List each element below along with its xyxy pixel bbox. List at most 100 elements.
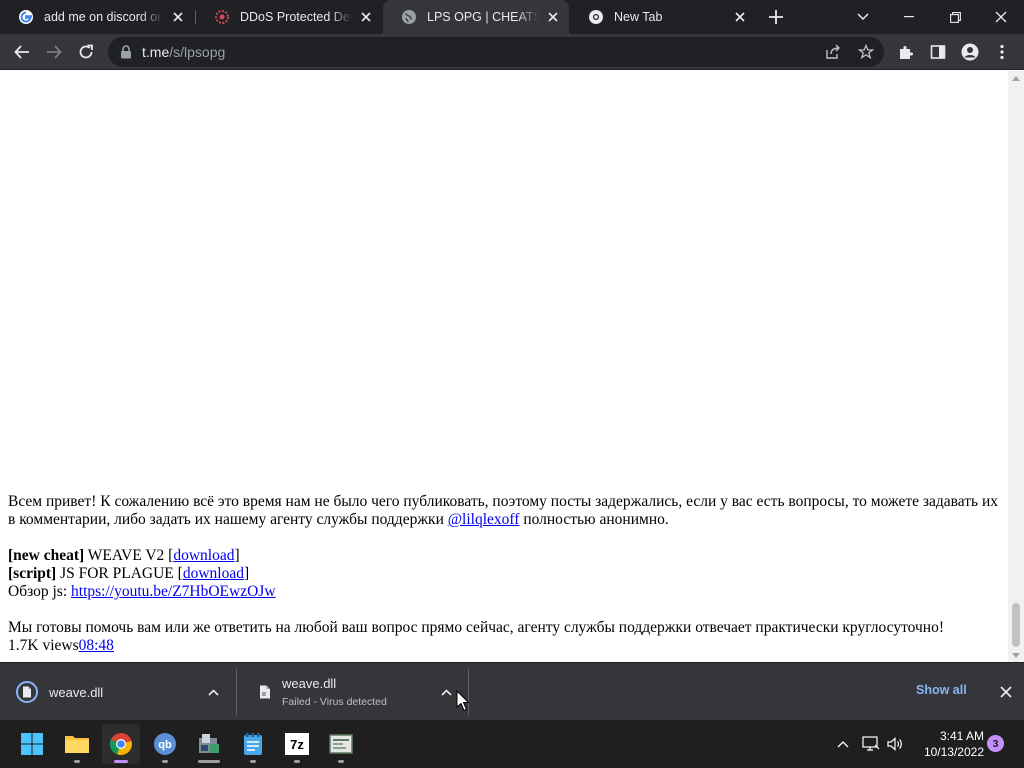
profile-button[interactable] [956,38,984,66]
taskbar-qbittorrent[interactable]: qb [146,724,184,764]
tab-new-tab[interactable]: New Tab [570,0,756,34]
svg-text:qb: qb [158,739,172,751]
download-filename: weave.dll [282,676,337,691]
restore-button[interactable] [932,0,978,34]
side-panel-icon [930,45,946,59]
network-button[interactable] [860,732,882,756]
show-hidden-icons-button[interactable] [832,732,854,756]
running-indicator [338,760,344,763]
tab-lps-opg[interactable]: LPS OPG | CHEATS – Te [383,0,569,34]
cheat-name: WEAVE V2 [ [87,547,174,564]
chevron-down-icon [857,13,869,21]
notification-badge[interactable]: 3 [987,735,1004,752]
star-icon [858,44,874,60]
support-handle-link[interactable]: @lilqlexoff [448,511,520,528]
youtube-link[interactable]: https://youtu.be/Z7HbOEwzOJw [71,583,276,600]
tab-discord[interactable]: add me on discord or i [0,0,194,34]
scroll-down-button[interactable] [1008,648,1024,662]
forward-button[interactable] [40,38,68,66]
triangle-down-icon [1012,652,1020,658]
tab-ddos[interactable]: DDoS Protected Dedica [196,0,382,34]
bracket: ] [243,565,250,582]
lock-icon [121,45,131,59]
reload-button[interactable] [72,38,100,66]
running-indicator [114,760,128,763]
kebab-menu-icon [1000,44,1004,60]
running-indicator [250,760,256,763]
share-button[interactable] [822,41,844,63]
chrome-icon [588,9,604,25]
show-all-button[interactable]: Show all [916,683,967,697]
app-icon [199,734,219,753]
arrow-left-icon [14,45,29,59]
side-panel-button[interactable] [924,38,952,66]
running-indicator [294,760,300,763]
menu-button[interactable] [988,38,1016,66]
url-path: /s/lpsopg [169,44,226,60]
chevron-up-icon [440,688,452,696]
mouse-cursor-icon [456,690,470,712]
download-separator [236,669,237,715]
plus-icon [769,10,783,24]
taskbar-app-window[interactable] [322,724,360,764]
script-name: JS FOR PLAGUE [ [60,565,183,582]
close-tab-icon[interactable] [732,9,748,25]
tag-new-cheat: [new cheat] [8,547,85,564]
extensions-button[interactable] [892,38,920,66]
download-filename: weave.dll [49,684,104,700]
minimize-button[interactable] [886,0,932,34]
close-window-button[interactable] [978,0,1024,34]
clock-date: 10/13/2022 [923,745,984,759]
back-button[interactable] [8,38,36,66]
close-tab-icon[interactable] [545,9,561,25]
svg-text:7z: 7z [290,737,304,752]
download-link-script[interactable]: download [183,565,244,582]
tab-title: DDoS Protected Dedica [240,10,352,24]
close-tab-icon[interactable] [358,9,374,25]
7zip-icon: 7z [285,733,309,755]
reload-icon [79,44,93,59]
tab-search-button[interactable] [840,0,886,34]
new-tab-button[interactable] [764,5,788,29]
post-closing: Мы готовы помочь вам или же ответить на … [8,619,945,636]
speaker-icon [887,737,902,751]
address-bar[interactable]: t.me/s/lpsopg [108,37,884,67]
file-icon [16,681,38,703]
close-icon [1000,686,1012,698]
scrollbar-thumb[interactable] [1012,603,1020,647]
volume-button[interactable] [884,732,906,756]
close-shelf-button[interactable] [994,680,1018,704]
ddos-site-icon [214,9,230,25]
google-icon [18,9,34,25]
globe-icon [401,9,417,25]
taskbar-file-explorer[interactable] [58,724,96,764]
download-options-button[interactable] [201,680,225,704]
intro-tail: полностью анонимно. [523,511,669,528]
app-window-icon [329,734,353,754]
bookmark-button[interactable] [855,41,877,63]
download-link-weave[interactable]: download [173,547,234,564]
taskbar-app[interactable] [190,724,228,764]
system-clock[interactable]: 3:41 AM 10/13/2022 [912,728,984,760]
scroll-up-button[interactable] [1008,71,1024,85]
tab-title: add me on discord or i [44,10,164,24]
post-line-review: Обзор js: https://youtu.be/Z7HbOEwzOJw [8,583,998,601]
taskbar-chrome[interactable] [102,724,140,764]
page-scrollbar[interactable] [1008,71,1024,662]
close-tab-icon[interactable] [170,9,186,25]
post-time-link[interactable]: 08:48 [79,637,114,654]
file-explorer-icon [65,736,89,753]
download-item[interactable]: weave.dll [16,663,226,721]
arrow-right-icon [47,45,62,59]
start-button[interactable] [13,724,51,764]
taskbar-7zip[interactable]: 7z [278,724,316,764]
close-icon [995,11,1007,23]
download-item-failed[interactable]: weave.dll Failed - Virus detected [254,663,464,721]
taskbar-notepad[interactable] [234,724,272,764]
download-options-button[interactable] [434,680,458,704]
minimize-icon [904,16,914,18]
download-status: Failed - Virus detected [282,696,387,708]
chevron-up-icon [837,740,849,747]
tab-strip: add me on discord or i DDoS Protected De… [0,0,1024,34]
